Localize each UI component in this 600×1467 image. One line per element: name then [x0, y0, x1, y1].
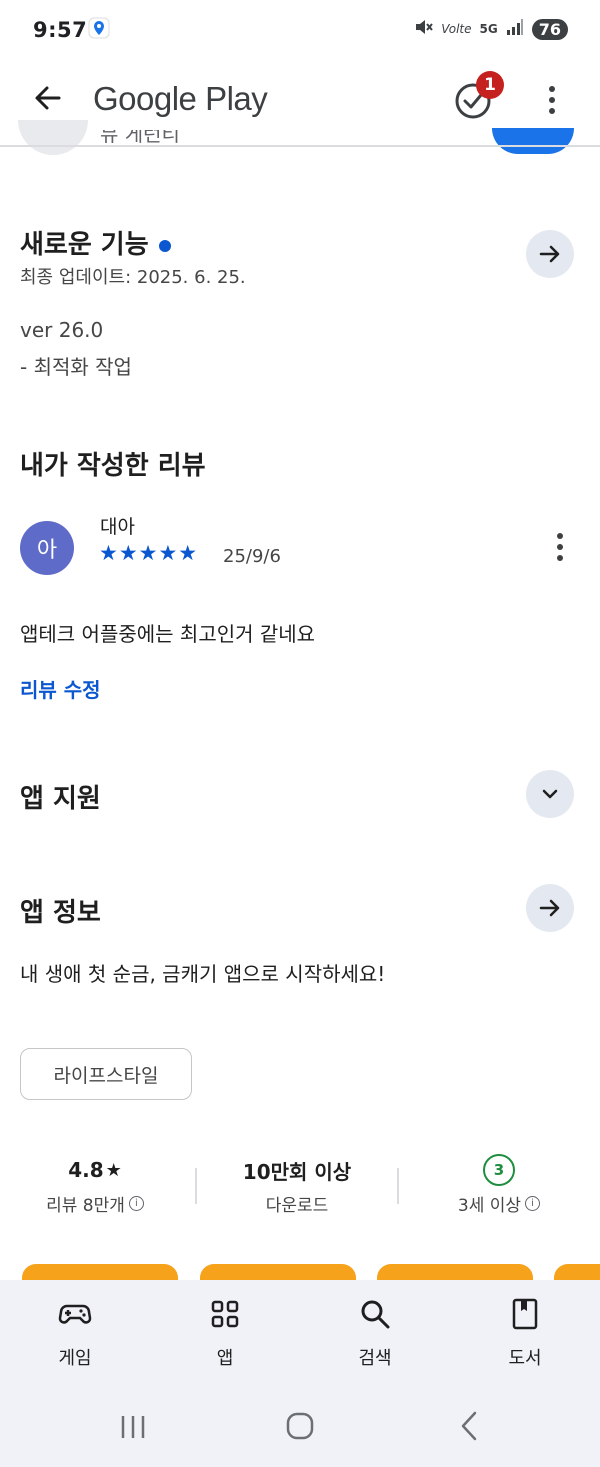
- app-support-expand-button[interactable]: [526, 770, 574, 818]
- app-info-heading: 앱 정보: [20, 898, 101, 928]
- edit-review-link[interactable]: 리뷰 수정: [20, 674, 101, 703]
- nav-games[interactable]: 게임: [15, 1296, 135, 1370]
- partial-row-text: 뮤 게런티: [100, 130, 180, 146]
- home-button[interactable]: [284, 1410, 316, 1446]
- nav-search[interactable]: 검색: [315, 1296, 435, 1370]
- nav-label: 게임: [58, 1348, 92, 1369]
- downloads-label: 다운로드: [265, 1196, 329, 1216]
- back-button[interactable]: [30, 80, 66, 116]
- review-count: 리뷰 8만개: [46, 1196, 125, 1216]
- battery-level: 76: [531, 18, 568, 40]
- gamepad-icon: [58, 1304, 92, 1324]
- nav-label: 도서: [508, 1348, 542, 1369]
- nav-apps[interactable]: 앱: [165, 1296, 285, 1370]
- search-icon: [361, 1300, 390, 1329]
- more-vert-icon: [549, 86, 555, 114]
- update-note: - 최적화 작업: [20, 355, 132, 379]
- app-description: 내 생애 첫 순금, 금캐기 앱으로 시작하세요!: [20, 962, 386, 986]
- stat-divider: [195, 1168, 197, 1204]
- arrow-right-icon: [539, 899, 560, 917]
- info-icon: i: [525, 1196, 541, 1211]
- version-text: ver 26.0: [20, 318, 104, 342]
- apps-grid-icon: [211, 1300, 239, 1328]
- book-icon: [512, 1298, 538, 1330]
- status-time: 9:57: [33, 18, 88, 42]
- system-back-button[interactable]: [454, 1410, 486, 1446]
- category-chip[interactable]: 라이프스타일: [20, 1048, 192, 1100]
- location-app-icon: [88, 17, 110, 43]
- avatar: 아: [20, 521, 74, 575]
- arrow-left-icon: [35, 86, 61, 110]
- signal-icon: [506, 18, 524, 40]
- status-icons: Volte 5G 76: [413, 17, 568, 41]
- volte-indicator: Volte: [441, 22, 472, 36]
- age-rating-label: 3세 이상: [457, 1196, 522, 1216]
- nav-label: 검색: [358, 1348, 392, 1369]
- more-vert-icon: [557, 533, 563, 561]
- mute-icon: [413, 17, 434, 41]
- nav-label: 앱: [216, 1348, 234, 1369]
- review-date: 25/9/6: [223, 546, 281, 567]
- recents-icon: [121, 1416, 145, 1438]
- arrow-right-icon: [539, 245, 560, 263]
- more-options-button[interactable]: [540, 84, 564, 116]
- whats-new-arrow-button[interactable]: [526, 230, 574, 278]
- app-info-arrow-button[interactable]: [526, 884, 574, 932]
- info-icon: i: [128, 1196, 144, 1211]
- stat-divider: [397, 1168, 399, 1204]
- chevron-left-icon: [461, 1411, 477, 1441]
- app-support-heading: 앱 지원: [20, 784, 101, 814]
- downloads-stat: 10만회 이상 다운로드: [207, 1155, 387, 1217]
- rating-stat[interactable]: 4.8 ★ 리뷰 8만개 i: [5, 1155, 185, 1216]
- whats-new-heading: 새로운 기능: [20, 224, 171, 261]
- network-indicator: 5G: [479, 22, 498, 36]
- chevron-down-icon: [542, 789, 558, 799]
- new-dot-indicator: [158, 239, 171, 252]
- age-rating-badge: 3: [483, 1154, 515, 1186]
- recent-apps-button[interactable]: [118, 1412, 148, 1446]
- nav-books[interactable]: 도서: [465, 1296, 585, 1370]
- partial-action-button[interactable]: [492, 128, 574, 154]
- age-rating-stat[interactable]: 3 3세 이상 i: [409, 1154, 589, 1216]
- home-icon: [286, 1412, 314, 1440]
- downloads-value: 10만회 이상: [242, 1159, 352, 1184]
- last-updated: 최종 업데이트: 2025. 6. 25.: [20, 267, 246, 288]
- review-text: 앱테크 어플중에는 최고인거 같네요: [20, 622, 316, 646]
- review-stars: ★★★★★: [99, 541, 199, 565]
- app-title: Google Play: [93, 80, 268, 117]
- notification-badge: 1: [476, 71, 504, 99]
- app-bar-divider: [0, 145, 600, 147]
- my-review-heading: 내가 작성한 리뷰: [20, 451, 206, 481]
- rating-star-icon: ★: [105, 1159, 122, 1181]
- rating-value: 4.8: [68, 1158, 104, 1182]
- partial-avatar: [18, 120, 88, 155]
- review-more-button[interactable]: [548, 531, 572, 567]
- review-author: 대아: [100, 516, 135, 538]
